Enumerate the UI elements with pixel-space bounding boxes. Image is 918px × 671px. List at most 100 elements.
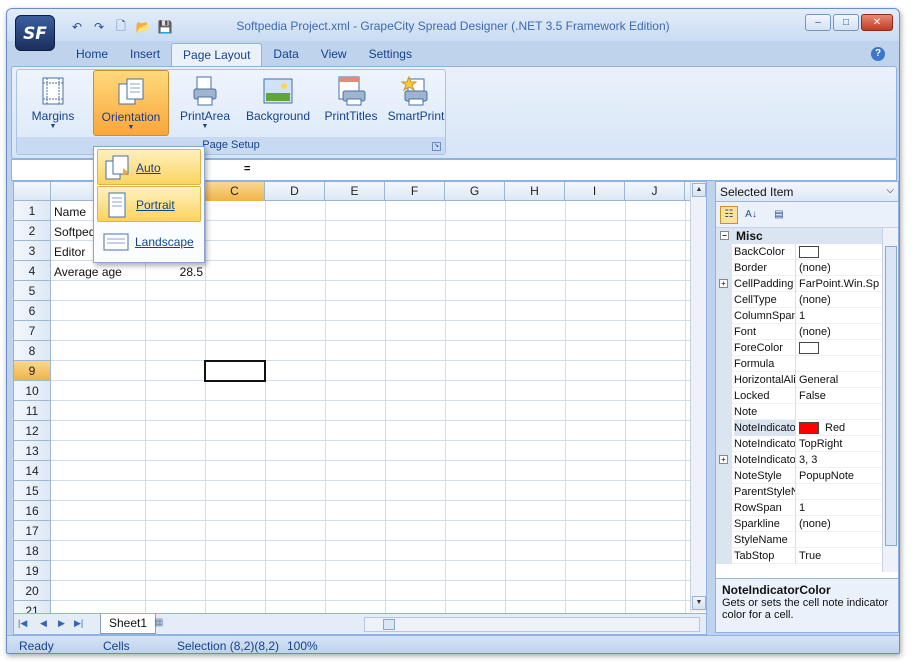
maximize-button[interactable]: □ [833, 14, 859, 31]
tab-insert[interactable]: Insert [119, 43, 171, 67]
property-value[interactable]: PopupNote [799, 468, 881, 484]
row-header[interactable]: 8 [14, 341, 51, 361]
property-value[interactable]: General [799, 372, 881, 388]
property-value[interactable]: 1 [799, 308, 881, 324]
scroll-up-icon[interactable]: ▲ [692, 183, 706, 197]
menu-item-auto[interactable]: Auto [97, 149, 201, 185]
row-header[interactable]: 13 [14, 441, 51, 461]
property-row[interactable]: HorizontalAlig General [716, 372, 882, 388]
column-header-e[interactable]: E [325, 182, 385, 201]
row-header[interactable]: 20 [14, 581, 51, 601]
cell-b4[interactable]: 28.5 [145, 262, 205, 282]
orientation-button[interactable]: Orientation ▼ [93, 70, 169, 136]
property-value[interactable] [799, 244, 881, 260]
tab-view[interactable]: View [310, 43, 358, 67]
new-sheet-icon[interactable]: ▦ [154, 617, 163, 628]
app-logo[interactable]: SF [15, 15, 55, 51]
property-row[interactable]: ForeColor [716, 340, 882, 356]
expand-icon[interactable]: + [719, 279, 728, 288]
property-value[interactable]: 1 [799, 500, 881, 516]
prev-sheet-icon[interactable]: ◀ [40, 618, 47, 629]
tab-page-layout[interactable]: Page Layout [171, 43, 263, 67]
property-grid[interactable]: − Misc BackColor Border (none) + CellPadding… [716, 228, 882, 572]
property-row[interactable]: RowSpan 1 [716, 500, 882, 516]
last-sheet-icon[interactable]: ▶| [74, 618, 83, 629]
row-header[interactable]: 6 [14, 301, 51, 321]
row-header[interactable]: 14 [14, 461, 51, 481]
property-value[interactable]: False [799, 388, 881, 404]
row-header[interactable]: 16 [14, 501, 51, 521]
column-header-h[interactable]: H [505, 182, 565, 201]
cell-a4[interactable]: Average age [52, 262, 144, 282]
column-header-d[interactable]: D [265, 182, 325, 201]
property-value[interactable]: (none) [799, 324, 881, 340]
row-header[interactable]: 2 [14, 221, 51, 241]
property-row[interactable]: + NoteIndicato 3, 3 [716, 452, 882, 468]
tab-home[interactable]: Home [65, 43, 119, 67]
column-header-c[interactable]: C [205, 182, 265, 201]
property-value[interactable]: (none) [799, 292, 881, 308]
sheet-tab-sheet1[interactable]: Sheet1 [100, 614, 157, 634]
row-header[interactable]: 11 [14, 401, 51, 421]
tab-settings[interactable]: Settings [358, 43, 423, 67]
property-value[interactable]: Red [799, 420, 881, 436]
property-row[interactable]: + CellPadding FarPoint.Win.Sp [716, 276, 882, 292]
property-value[interactable]: True [799, 548, 881, 564]
row-header[interactable]: 17 [14, 521, 51, 541]
property-row[interactable]: Border (none) [716, 260, 882, 276]
property-row[interactable]: Formula [716, 356, 882, 372]
expand-icon[interactable]: + [719, 455, 728, 464]
scroll-thumb[interactable] [885, 246, 897, 546]
property-row[interactable]: CellType (none) [716, 292, 882, 308]
categorized-icon[interactable]: ☷ [720, 206, 738, 224]
help-icon[interactable]: ? [871, 47, 885, 61]
row-header[interactable]: 15 [14, 481, 51, 501]
row-header[interactable]: 18 [14, 541, 51, 561]
row-header[interactable]: 9 [14, 361, 51, 381]
alphabetical-sort-icon[interactable]: A↓ [742, 206, 760, 224]
collapse-icon[interactable]: − [720, 231, 729, 240]
property-object-selector[interactable]: Selected Item ⌵ [716, 182, 898, 202]
smartprint-button[interactable]: SmartPrint [387, 70, 445, 138]
minimize-button[interactable]: – [805, 14, 831, 31]
property-row[interactable]: Font (none) [716, 324, 882, 340]
next-sheet-icon[interactable]: ▶ [58, 618, 65, 629]
margins-button[interactable]: Margins ▼ [23, 70, 83, 138]
property-category[interactable]: − Misc [716, 228, 882, 244]
property-row[interactable]: BackColor [716, 244, 882, 260]
row-header[interactable]: 19 [14, 561, 51, 581]
row-header[interactable]: 12 [14, 421, 51, 441]
sheet-horizontal-scrollbar[interactable] [364, 617, 700, 632]
property-value[interactable] [799, 340, 881, 356]
column-header-i[interactable]: I [565, 182, 625, 201]
row-header[interactable]: 7 [14, 321, 51, 341]
menu-item-landscape[interactable]: Landscape [97, 224, 201, 260]
row-header[interactable]: 4 [14, 261, 51, 281]
property-value[interactable]: (none) [799, 260, 881, 276]
column-header-g[interactable]: G [445, 182, 505, 201]
property-row[interactable]: Note [716, 404, 882, 420]
property-scrollbar[interactable] [882, 228, 898, 572]
chevron-down-icon[interactable]: ⌵ [886, 185, 894, 196]
row-header[interactable]: 5 [14, 281, 51, 301]
first-sheet-icon[interactable]: |◀ [18, 618, 27, 629]
active-cell-c9[interactable] [204, 360, 266, 382]
property-value[interactable]: FarPoint.Win.Sp [799, 276, 881, 292]
select-all-corner[interactable] [14, 182, 51, 201]
row-header[interactable]: 1 [14, 201, 51, 221]
scroll-down-icon[interactable]: ▼ [692, 596, 706, 610]
column-header-j[interactable]: J [625, 182, 685, 201]
dialog-launcher-icon[interactable]: ↘ [432, 142, 441, 151]
property-row[interactable]: ColumnSpan 1 [716, 308, 882, 324]
sheet-vertical-scrollbar[interactable]: ▲ ▼ [690, 182, 706, 612]
property-row[interactable]: Sparkline (none) [716, 516, 882, 532]
property-row[interactable]: NoteIndicato TopRight [716, 436, 882, 452]
tab-data[interactable]: Data [262, 43, 309, 67]
property-value[interactable]: TopRight [799, 436, 881, 452]
column-header-f[interactable]: F [385, 182, 445, 201]
property-value[interactable]: (none) [799, 516, 881, 532]
property-row[interactable]: TabStop True [716, 548, 882, 564]
property-row[interactable]: NoteIndicato Red [716, 420, 882, 436]
printarea-button[interactable]: PrintArea ▼ [177, 70, 233, 138]
scroll-thumb[interactable] [383, 619, 395, 630]
